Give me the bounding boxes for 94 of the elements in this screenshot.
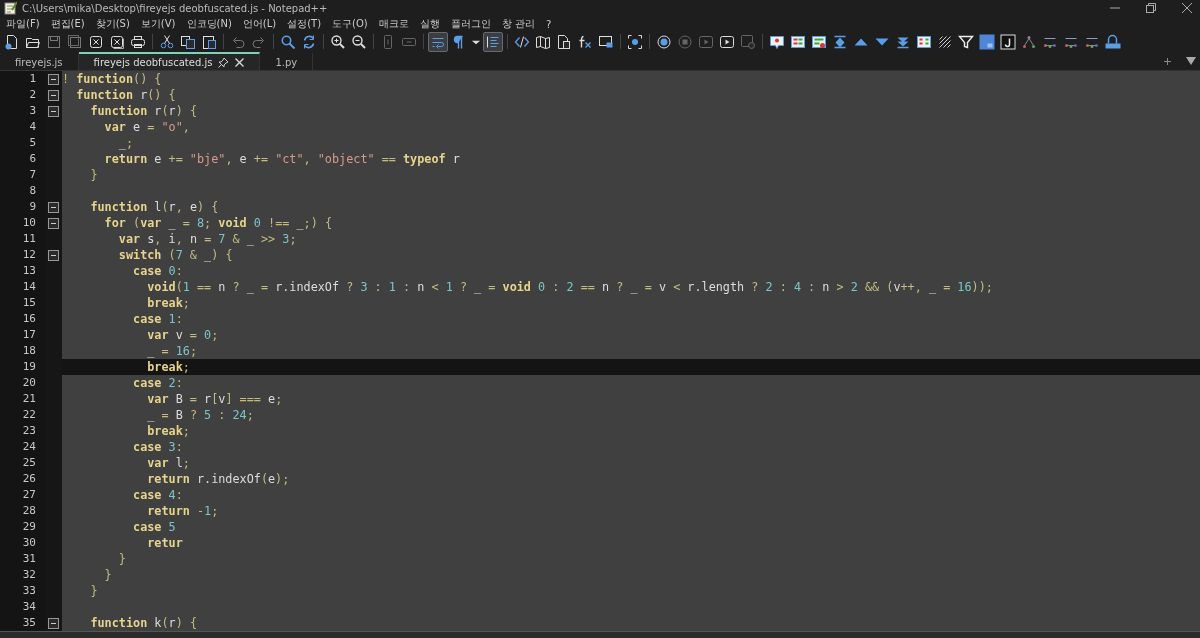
line-number: 30 xyxy=(0,535,45,552)
menu-item[interactable]: 실행 xyxy=(419,17,440,32)
menu-item[interactable]: 도구(O) xyxy=(332,17,368,32)
window-title: C:\Users\mika\Desktop\fireyejs deobfuscated.js - Notepad++ xyxy=(22,2,328,14)
code-line: var B = r[v] === e; xyxy=(146,391,284,408)
menu-item[interactable]: 찾기(S) xyxy=(95,17,130,32)
code-line: _; xyxy=(117,135,135,152)
code-line: case 0: xyxy=(132,263,184,280)
code-line: } xyxy=(103,567,113,584)
line-number: 5 xyxy=(0,135,45,152)
code-line: return -1; xyxy=(146,503,220,520)
code-line: var l; xyxy=(146,455,191,472)
code-line: break; xyxy=(146,423,191,440)
line-number: 12 xyxy=(0,247,45,264)
line-number: 31 xyxy=(0,551,45,568)
pin-icon[interactable] xyxy=(218,56,230,68)
line-number: 24 xyxy=(0,439,45,456)
line-number: 25 xyxy=(0,455,45,472)
line-number: 34 xyxy=(0,599,45,616)
line-number: 9 xyxy=(0,199,45,216)
code-line: _ = 16; xyxy=(146,343,198,360)
code-line: } xyxy=(89,583,99,600)
line-number: 23 xyxy=(0,423,45,440)
code-line: case 2: xyxy=(132,375,184,392)
line-number: 26 xyxy=(0,471,45,488)
code-line: var e = "o", xyxy=(103,119,191,136)
code-line: _ = B ? 5 : 24; xyxy=(146,407,255,424)
menu-item[interactable]: 인코딩(N) xyxy=(186,17,232,32)
line-number: 14 xyxy=(0,279,45,296)
line-number: 16 xyxy=(0,311,45,328)
line-number: 2 xyxy=(0,87,45,104)
menu-item[interactable]: 창 관리 xyxy=(501,17,535,32)
notepad-icon xyxy=(4,1,17,16)
menu-item[interactable]: 보기(V) xyxy=(140,17,176,32)
line-number: 21 xyxy=(0,391,45,408)
menu-item[interactable]: 편집(E) xyxy=(50,17,85,32)
line-number: 11 xyxy=(0,231,45,248)
close-tab-icon[interactable] xyxy=(235,57,245,67)
menu-item[interactable]: 파일(F) xyxy=(6,17,40,32)
code-line: function r(r) { xyxy=(89,103,198,120)
code-line: void(1 == n ? _ = r.indexOf ? 3 : 1 : n < 1 ? _ = void 0 : 2 == n ? _ = v < r.length ? 2 : 4 : n > 2 && (v++, _ = 16)); xyxy=(146,279,994,296)
line-number: 27 xyxy=(0,487,45,504)
code-line: var s, i, n = 7 & _ >> 3; xyxy=(117,231,298,248)
j-box-icon[interactable] xyxy=(998,31,1018,52)
line-number: 28 xyxy=(0,503,45,520)
line-number: 19 xyxy=(0,359,45,376)
line-number: 10 xyxy=(0,215,45,232)
word-wrap-icon[interactable] xyxy=(428,31,448,52)
line-number: 7 xyxy=(0,167,45,184)
code-line: function r() { xyxy=(75,87,177,104)
line-number: 8 xyxy=(0,183,45,200)
line-number: 17 xyxy=(0,327,45,344)
code-line: function k(r) { xyxy=(89,615,198,632)
line-number: 22 xyxy=(0,407,45,424)
tab-list-icon[interactable] xyxy=(1186,57,1196,66)
menu-item[interactable]: 언어(L) xyxy=(242,17,277,32)
code-line: return r.indexOf(e); xyxy=(146,471,291,488)
restore-icon[interactable] xyxy=(1146,3,1156,14)
code-line: ! function() { xyxy=(62,71,163,88)
code-line: function l(r, e) { xyxy=(89,199,220,216)
line-number: 20 xyxy=(0,375,45,392)
code-line: var v = 0; xyxy=(146,327,220,344)
code-line: retur xyxy=(146,535,184,552)
file-tab[interactable]: fireyejs.js xyxy=(0,51,79,71)
menu-item[interactable]: 플러그인 xyxy=(450,17,491,32)
new-tab-icon[interactable] xyxy=(1163,56,1172,66)
code-line: break; xyxy=(146,295,191,312)
line-number: 6 xyxy=(0,151,45,168)
code-line: } xyxy=(117,551,127,568)
line-number: 15 xyxy=(0,295,45,312)
line-number: 13 xyxy=(0,263,45,280)
close-icon[interactable] xyxy=(1182,3,1192,14)
menu-item[interactable]: 매크로 xyxy=(378,17,409,32)
line-number: 3 xyxy=(0,103,45,120)
code-line: switch (7 & _) { xyxy=(117,247,234,264)
menu-item[interactable]: ? xyxy=(545,18,552,30)
line-number: 29 xyxy=(0,519,45,536)
line-number: 33 xyxy=(0,583,45,600)
line-number: 1 xyxy=(0,71,45,88)
line-number: 32 xyxy=(0,567,45,584)
line-number: 35 xyxy=(0,615,45,632)
code-line: } xyxy=(89,167,99,184)
code-line: case 5 xyxy=(132,519,177,536)
code-line: case 1: xyxy=(132,311,184,328)
menu-item[interactable]: 설정(T) xyxy=(287,17,322,32)
file-tab[interactable]: 1.py xyxy=(260,51,314,71)
code-line: for (var _ = 8; void 0 !== _;) { xyxy=(103,215,333,232)
code-line: return e += "bje", e += "ct", "object" == typeof r xyxy=(103,151,461,168)
line-number: 4 xyxy=(0,119,45,136)
file-tab[interactable]: fireyejs deobfuscated.js xyxy=(78,51,261,71)
code-line: case 3: xyxy=(132,439,184,456)
line-number: 18 xyxy=(0,343,45,360)
code-line: case 4: xyxy=(132,487,184,504)
indent-guide-icon[interactable] xyxy=(483,31,503,52)
